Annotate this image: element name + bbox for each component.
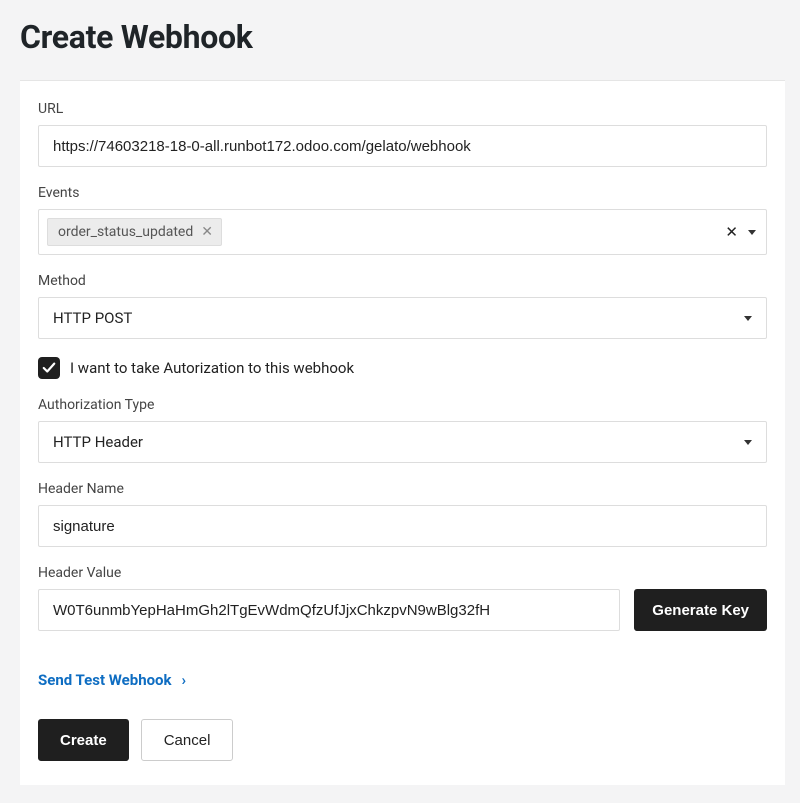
- create-button[interactable]: Create: [38, 719, 129, 761]
- url-input[interactable]: [38, 125, 767, 167]
- field-method: Method HTTP POST: [38, 273, 767, 339]
- method-value: HTTP POST: [53, 309, 132, 327]
- method-caret-icon: [744, 316, 752, 321]
- form-card: URL Events order_status_updated ✕ ✕ Meth…: [20, 80, 785, 785]
- events-label: Events: [38, 185, 767, 201]
- check-icon: [42, 361, 56, 375]
- chevron-right-icon: ›: [182, 671, 187, 689]
- event-chip: order_status_updated ✕: [47, 218, 222, 246]
- auth-checkbox-label: I want to take Autorization to this webh…: [70, 359, 354, 377]
- auth-checkbox[interactable]: [38, 357, 60, 379]
- field-url: URL: [38, 101, 767, 167]
- header-name-label: Header Name: [38, 481, 767, 497]
- field-header-value: Header Value Generate Key: [38, 565, 767, 631]
- auth-type-select[interactable]: HTTP Header: [38, 421, 767, 463]
- field-auth-type: Authorization Type HTTP Header: [38, 397, 767, 463]
- auth-type-label: Authorization Type: [38, 397, 767, 413]
- generate-key-button[interactable]: Generate Key: [634, 589, 767, 631]
- chip-remove-icon[interactable]: ✕: [201, 225, 213, 239]
- form-footer: Create Cancel: [38, 719, 767, 761]
- auth-type-caret-icon: [744, 440, 752, 445]
- events-input[interactable]: order_status_updated ✕ ✕: [38, 209, 767, 255]
- header-value-input[interactable]: [38, 589, 620, 631]
- header-value-label: Header Value: [38, 565, 767, 581]
- method-label: Method: [38, 273, 767, 289]
- send-test-label: Send Test Webhook: [38, 671, 172, 689]
- event-chip-label: order_status_updated: [58, 224, 193, 240]
- header-name-input[interactable]: [38, 505, 767, 547]
- auth-checkbox-row: I want to take Autorization to this webh…: [38, 357, 767, 379]
- field-events: Events order_status_updated ✕ ✕: [38, 185, 767, 255]
- page-title: Create Webhook: [20, 18, 780, 56]
- cancel-button[interactable]: Cancel: [141, 719, 234, 761]
- page-header: Create Webhook: [0, 0, 800, 80]
- events-caret-icon[interactable]: [748, 230, 756, 235]
- field-header-name: Header Name: [38, 481, 767, 547]
- url-label: URL: [38, 101, 767, 117]
- events-clear-icon[interactable]: ✕: [725, 223, 738, 241]
- auth-type-value: HTTP Header: [53, 433, 143, 451]
- send-test-webhook-link[interactable]: Send Test Webhook ›: [38, 671, 186, 689]
- method-select[interactable]: HTTP POST: [38, 297, 767, 339]
